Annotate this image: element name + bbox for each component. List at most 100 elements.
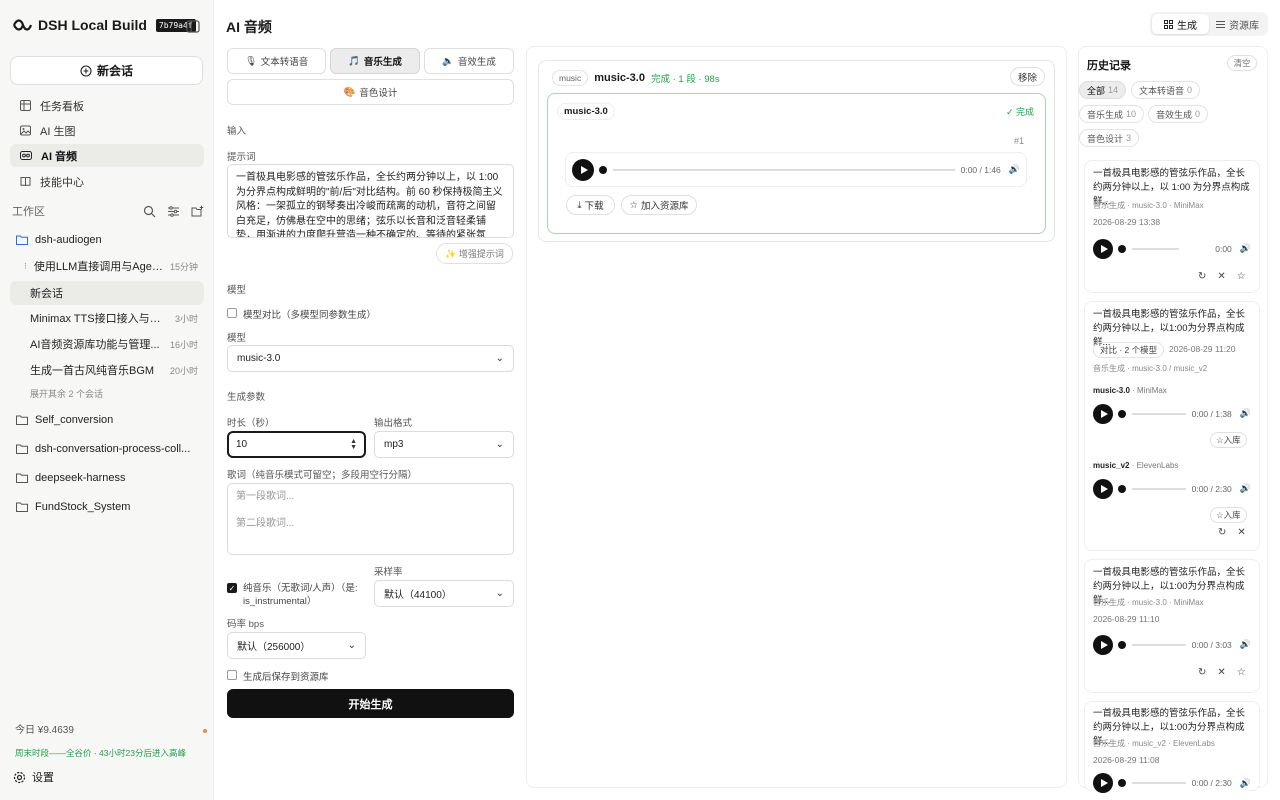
- seek-knob[interactable]: [1118, 409, 1126, 418]
- star-icon[interactable]: ☆: [1237, 667, 1246, 678]
- audio-player: 0:00 🔊: [1093, 235, 1251, 262]
- seek-track[interactable]: [1132, 643, 1186, 646]
- filter-chip-all[interactable]: 全部 14: [1079, 81, 1127, 99]
- format-select[interactable]: mp3 ⌄: [374, 431, 514, 458]
- samplerate-select[interactable]: 默认（44100） ⌄: [374, 580, 514, 607]
- session-item[interactable]: ⁝ 使用LLM直接调用与Agent... 15分钟: [10, 254, 204, 278]
- save-to-library-checkbox[interactable]: 生成后保存到资源库: [227, 669, 329, 683]
- status-dot: [203, 729, 207, 733]
- close-icon[interactable]: ✕: [1217, 667, 1225, 678]
- seek-track[interactable]: [1132, 247, 1180, 250]
- filter-icon[interactable]: [167, 205, 180, 218]
- seek-knob[interactable]: [1118, 484, 1126, 493]
- volume-icon[interactable]: 🔊: [1240, 639, 1251, 650]
- history-actions: ↻ ✕: [1218, 527, 1246, 538]
- seek-track[interactable]: [1132, 412, 1186, 415]
- volume-icon[interactable]: 🔊: [1240, 243, 1251, 254]
- search-icon[interactable]: [143, 205, 156, 218]
- prompt-textarea[interactable]: 一首极具电影感的管弦乐作品，全长约两分钟以上，以 1:00 为分界点构成鲜明的"…: [227, 164, 514, 238]
- folder-label: dsh-audiogen: [35, 234, 102, 246]
- add-to-library-button[interactable]: ☆ 加入资源库: [621, 195, 697, 215]
- seek-knob[interactable]: [599, 165, 607, 174]
- folder-item[interactable]: Self_conversion: [10, 408, 204, 432]
- view-generate-button[interactable]: 生成: [1152, 14, 1209, 34]
- bitrate-select[interactable]: 默认（256000） ⌄: [227, 632, 366, 659]
- volume-icon[interactable]: 🔊: [1240, 778, 1251, 789]
- model-select[interactable]: music-3.0 ⌄: [227, 345, 514, 372]
- checkbox[interactable]: [227, 670, 237, 680]
- folder-item[interactable]: dsh-conversation-process-coll...: [10, 437, 204, 461]
- filter-chip-music[interactable]: 音乐生成 10: [1079, 105, 1145, 123]
- lyrics-textarea[interactable]: 第一段歌词... 第二段歌词...: [227, 483, 514, 555]
- play-button[interactable]: [572, 158, 594, 181]
- expand-sessions-link[interactable]: 展开其余 2 个会话: [30, 387, 103, 400]
- refresh-icon[interactable]: ↻: [1218, 527, 1226, 538]
- filter-chip-tts[interactable]: 文本转语音 0: [1131, 81, 1201, 99]
- view-library-button[interactable]: 资源库: [1209, 14, 1266, 34]
- generate-button[interactable]: 开始生成: [227, 689, 514, 718]
- settings-button[interactable]: 设置: [13, 769, 54, 785]
- refresh-icon[interactable]: ↻: [1198, 667, 1206, 678]
- stepper-icon[interactable]: ▲ ▼: [350, 438, 357, 451]
- seek-track[interactable]: [1132, 487, 1186, 490]
- close-icon[interactable]: ✕: [1217, 271, 1225, 282]
- seek-track[interactable]: [1132, 782, 1186, 784]
- seek-track[interactable]: [613, 168, 955, 171]
- folder-item[interactable]: deepseek-harness: [10, 466, 204, 490]
- drag-handle-icon[interactable]: ⁝: [24, 261, 27, 272]
- session-item[interactable]: 新会话: [10, 281, 204, 305]
- tab-tts[interactable]: 🎙 文本转语音: [227, 48, 326, 74]
- session-title: 使用LLM直接调用与Agent...: [33, 261, 163, 273]
- checkbox[interactable]: [227, 308, 237, 318]
- tab-sound-effects[interactable]: 🔈 音效生成: [424, 48, 514, 74]
- session-item[interactable]: 生成一首古风纯音乐BGM 20小时: [10, 358, 204, 382]
- session-item[interactable]: Minimax TTS接口接入与字... 3小时: [10, 306, 204, 330]
- sidebar-collapse-icon[interactable]: [186, 20, 200, 33]
- duration-input[interactable]: 10 ▲ ▼: [227, 431, 366, 458]
- player-time: 0:00 / 1:38: [1191, 408, 1232, 419]
- instrumental-checkbox[interactable]: ✓ 纯音乐（无歌词/人声）（是: is_instrumental）: [227, 582, 362, 608]
- download-button[interactable]: ⤓ 下载: [566, 195, 615, 215]
- folder-dsh-audiogen[interactable]: dsh-audiogen: [10, 228, 204, 252]
- seek-knob[interactable]: [1118, 640, 1126, 649]
- nav-label: 任务看板: [40, 100, 84, 113]
- add-library-button[interactable]: ☆ 入库: [1210, 507, 1247, 523]
- tab-voice-design[interactable]: 🎨 音色设计: [227, 79, 514, 105]
- nav-item-skills[interactable]: 技能中心: [10, 170, 204, 193]
- filter-chip-voice-design[interactable]: 音色设计 3: [1079, 129, 1140, 147]
- remove-button[interactable]: 移除: [1010, 67, 1045, 86]
- star-icon[interactable]: ☆: [1237, 271, 1246, 282]
- audio-player: 0:00 / 1:38 🔊: [1093, 400, 1251, 427]
- play-button[interactable]: [1093, 773, 1113, 793]
- checkbox-checked[interactable]: ✓: [227, 583, 237, 593]
- filter-chip-sfx[interactable]: 音效生成 0: [1148, 105, 1209, 123]
- tab-music[interactable]: 🎵 音乐生成: [330, 48, 420, 74]
- grid-icon: [1164, 19, 1173, 29]
- volume-icon[interactable]: 🔊: [1240, 483, 1251, 494]
- nav-item-ai-audio[interactable]: AI 音频: [10, 144, 204, 167]
- clear-history-button[interactable]: 清空: [1227, 55, 1257, 71]
- add-library-button[interactable]: ☆ 入库: [1210, 432, 1247, 448]
- nav-item-task-board[interactable]: 任务看板: [10, 94, 204, 117]
- brand[interactable]: DSH Local Build 7b79a4f: [12, 17, 196, 33]
- nav-item-ai-image[interactable]: AI 生图: [10, 119, 204, 142]
- refresh-icon[interactable]: ↻: [1198, 271, 1206, 282]
- enhance-prompt-button[interactable]: ✨ 增强提示词: [436, 243, 513, 264]
- sub-model-vendor: · MiniMax: [1132, 386, 1167, 395]
- seek-knob[interactable]: [1118, 244, 1126, 253]
- history-title: 历史记录: [1087, 60, 1131, 72]
- model-compare-checkbox[interactable]: 模型对比（多模型同参数生成）: [227, 307, 376, 321]
- volume-icon[interactable]: 🔊: [1009, 164, 1020, 175]
- play-button[interactable]: [1093, 634, 1113, 655]
- play-button[interactable]: [1093, 403, 1113, 424]
- seek-knob[interactable]: [1118, 779, 1126, 787]
- folder-item[interactable]: FundStock_System: [10, 495, 204, 519]
- new-chat-button[interactable]: 新会话: [10, 56, 203, 85]
- play-button[interactable]: [1093, 238, 1113, 259]
- play-button[interactable]: [1093, 478, 1113, 499]
- folder-label: dsh-conversation-process-coll...: [35, 443, 191, 455]
- volume-icon[interactable]: 🔊: [1240, 408, 1251, 419]
- close-icon[interactable]: ✕: [1237, 527, 1245, 538]
- new-folder-icon[interactable]: [191, 205, 204, 218]
- session-item[interactable]: AI音频资源库功能与管理... 16小时: [10, 332, 204, 356]
